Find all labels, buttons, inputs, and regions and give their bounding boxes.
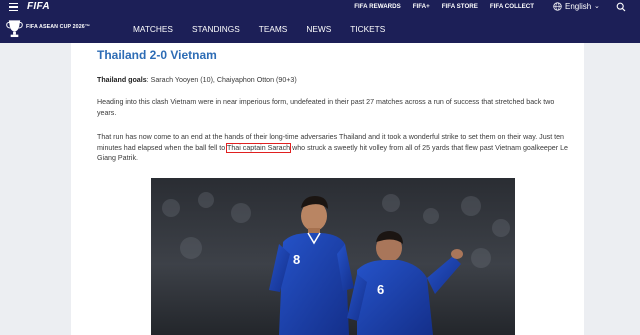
nav-matches[interactable]: MATCHES	[133, 24, 173, 34]
link-fifa-rewards[interactable]: FIFA REWARDS	[354, 3, 401, 10]
link-fifa-store[interactable]: FIFA STORE	[442, 3, 478, 10]
menu-icon[interactable]	[9, 3, 18, 11]
globe-icon[interactable]	[553, 2, 562, 11]
link-fifa-collect[interactable]: FIFA COLLECT	[490, 3, 534, 10]
main-navigation: FIFA ASEAN CUP 2026™ MATCHES STANDINGS T…	[0, 14, 640, 43]
paragraph-goal: That run has now come to an end at the h…	[97, 132, 573, 164]
chevron-down-icon[interactable]: ⌄	[594, 2, 600, 10]
nav-teams[interactable]: TEAMS	[259, 24, 288, 34]
highlighted-phrase: Thai captain Sarach	[225, 142, 292, 154]
player-6-number: 6	[377, 282, 384, 297]
goals-text: : Sarach Yooyen (10), Chaiyaphon Otton (…	[146, 76, 297, 84]
search-icon[interactable]	[616, 2, 626, 12]
nav-news[interactable]: NEWS	[306, 24, 331, 34]
player-8-number: 8	[293, 252, 300, 267]
event-logo-text[interactable]: FIFA ASEAN CUP 2026™	[26, 24, 90, 30]
language-selector[interactable]: English	[565, 2, 591, 11]
asean-cup-logo-icon[interactable]	[5, 17, 24, 39]
match-photo: 8 6	[151, 178, 515, 335]
link-fifa-plus[interactable]: FIFA+	[413, 3, 430, 10]
article-heading: Thailand 2-0 Vietnam	[97, 48, 217, 62]
goals-paragraph: Thailand goals: Sarach Yooyen (10), Chai…	[97, 75, 573, 86]
goals-label: Thailand goals	[97, 76, 147, 84]
article-panel: Thailand 2-0 Vietnam Thailand goals: Sar…	[71, 43, 584, 335]
nav-standings[interactable]: STANDINGS	[192, 24, 240, 34]
fifa-logo[interactable]: FIFA	[27, 1, 50, 12]
top-utility-bar: FIFA FIFA REWARDS FIFA+ FIFA STORE FIFA …	[0, 0, 640, 14]
nav-tickets[interactable]: TICKETS	[350, 24, 385, 34]
nav-links: MATCHES STANDINGS TEAMS NEWS TICKETS	[133, 24, 404, 34]
top-links: FIFA REWARDS FIFA+ FIFA STORE FIFA COLLE…	[354, 3, 534, 10]
paragraph-form: Heading into this clash Vietnam were in …	[97, 98, 555, 117]
